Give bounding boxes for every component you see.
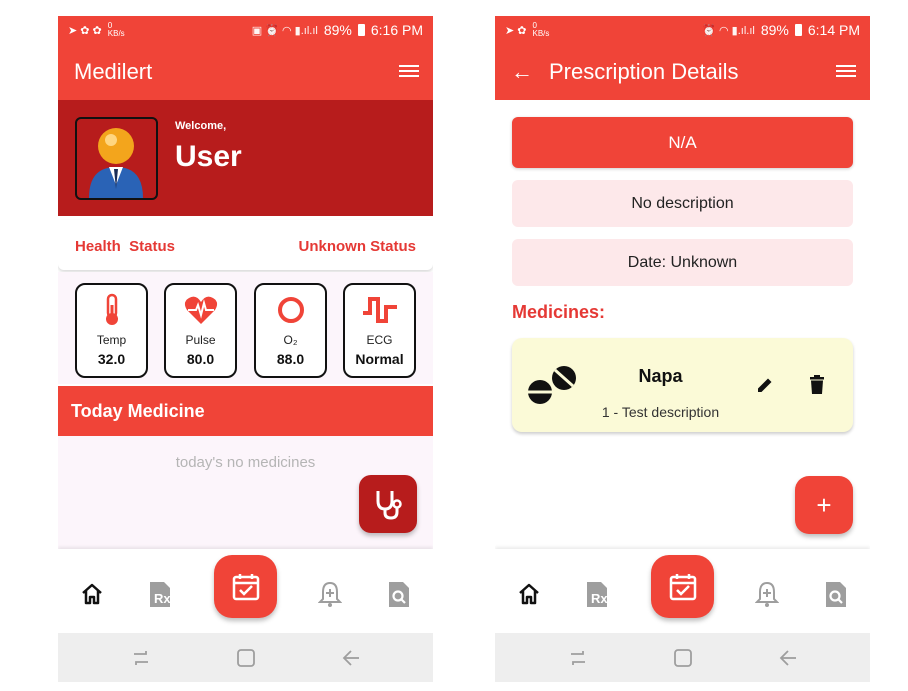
medicine-card[interactable]: Napa 1 - Test description [512,338,853,432]
vital-card-pulse[interactable]: Pulse 80.0 [164,283,237,378]
ecg-wave-icon [362,297,397,323]
notification-icons: ➤ ✿ ✿ [68,24,102,37]
recent-apps-icon[interactable] [567,648,589,668]
battery-icon [357,24,365,36]
vitals-row: Temp 32.0 Pulse 80.0 O₂ 88.0 ECG Normal [58,272,433,384]
app-title: Prescription Details [549,59,739,84]
health-status-label: Health Status [75,238,176,255]
app-bar: Medilert [58,44,433,100]
vital-name: Temp [96,333,127,347]
notification-icons: ➤ ✿ [505,24,527,37]
empty-state-text: today's no medicines [175,454,316,471]
vital-value: 32.0 [97,351,126,367]
stethoscope-icon [376,491,402,520]
calendar-check-icon [669,573,696,600]
prescription-details-screen: ➤ ✿ 0 KB/s ⏰ ◠ ▮.ıl.ıl 89% 6:14 PM ← Pre… [495,16,870,682]
clock: 6:14 PM [807,22,860,38]
recent-apps-icon[interactable] [130,648,152,668]
vital-card-oxygen[interactable]: O₂ 88.0 [254,283,327,378]
battery-percent: 89% [323,22,352,38]
vital-name: O₂ [283,333,298,347]
medicines-heading: Medicines: [512,302,606,322]
doctor-fab-button[interactable] [359,475,417,533]
reminder-bell-icon[interactable] [315,579,345,609]
welcome-banner: Welcome, User [58,100,433,216]
prescription-description: No description [512,180,853,227]
vital-card-temp[interactable]: Temp 32.0 [75,283,148,378]
clock: 6:16 PM [370,22,423,38]
health-status-value: Unknown Status [298,238,416,255]
home-system-icon[interactable] [235,648,257,668]
prescription-title-button[interactable]: N/A [512,117,853,168]
vital-name: Pulse [185,333,216,347]
battery-icon [794,24,802,36]
bottom-navigation: Rx [495,549,870,633]
vital-value: 88.0 [276,351,305,367]
svg-text:Rx: Rx [154,591,171,606]
health-status-card: Health Status Unknown Status [58,220,433,270]
bottom-navigation: Rx [58,549,433,633]
search-document-icon[interactable] [821,579,851,609]
network-speed: 0 KB/s [532,21,550,38]
vital-card-ecg[interactable]: ECG Normal [343,283,416,378]
medicine-detail: 1 - Test description [601,404,720,420]
back-arrow-icon[interactable]: ← [511,61,533,83]
today-medicine-title: Today Medicine [58,386,433,436]
home-system-icon[interactable] [672,648,694,668]
reminder-bell-icon[interactable] [752,579,782,609]
calendar-check-button[interactable] [214,555,277,618]
thermometer-icon [105,293,118,325]
status-bar: ➤ ✿ 0 KB/s ⏰ ◠ ▮.ıl.ıl 89% 6:14 PM [495,16,870,44]
home-icon[interactable] [77,579,107,609]
oxygen-ring-icon [277,297,304,323]
vital-value: 80.0 [186,351,215,367]
prescription-icon[interactable]: Rx [582,579,612,609]
battery-percent: 89% [760,22,789,38]
app-title: Medilert [74,59,153,84]
signal-icons: ▣ ⏰ ◠ ▮.ıl.ıl [251,24,318,37]
back-system-icon[interactable] [777,648,799,668]
signal-icons: ⏰ ◠ ▮.ıl.ıl [702,24,755,37]
prescription-icon[interactable]: Rx [145,579,175,609]
user-name: User [175,140,242,173]
welcome-label: Welcome, [175,120,227,132]
prescription-date: Date: Unknown [512,239,853,286]
system-navigation-bar [495,633,870,682]
calendar-check-icon [232,573,259,600]
home-icon[interactable] [514,579,544,609]
system-navigation-bar [58,633,433,682]
vital-name: ECG [366,333,393,347]
edit-icon[interactable] [755,375,775,395]
user-avatar-icon [89,128,143,198]
back-system-icon[interactable] [340,648,362,668]
search-document-icon[interactable] [384,579,414,609]
menu-icon[interactable] [399,62,419,78]
svg-text:Rx: Rx [591,591,608,606]
avatar[interactable] [75,117,158,200]
vital-value: Normal [355,351,404,367]
status-bar: ➤ ✿ ✿ 0 KB/s ▣ ⏰ ◠ ▮.ıl.ıl 89% 6:16 PM [58,16,433,44]
home-screen: ➤ ✿ ✿ 0 KB/s ▣ ⏰ ◠ ▮.ıl.ıl 89% 6:16 PM M… [58,16,433,682]
add-medicine-button[interactable]: + [795,476,853,534]
delete-icon[interactable] [808,375,826,395]
menu-icon[interactable] [836,62,856,78]
heart-pulse-icon [184,296,217,324]
calendar-check-button[interactable] [651,555,714,618]
app-bar: ← Prescription Details [495,44,870,100]
network-speed: 0 KB/s [107,21,125,38]
